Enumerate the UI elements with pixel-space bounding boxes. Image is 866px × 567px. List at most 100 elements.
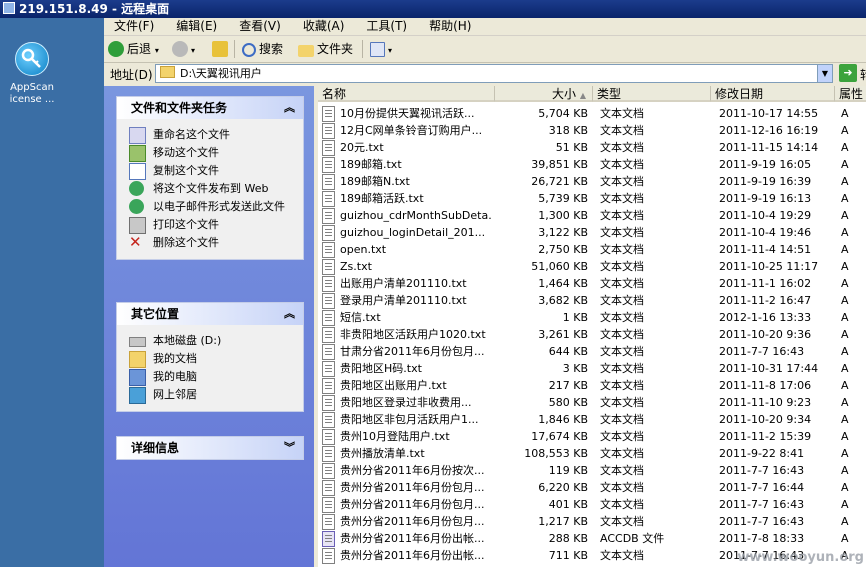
file-row[interactable]: 贵州分省2011年6月份包月... 401 KB 文本文档 2011-7-7 16:4… xyxy=(318,496,866,513)
file-row[interactable]: 贵阳地区H码.txt 3 KB 文本文档 2011-10-31 17:44 A xyxy=(318,360,866,377)
search-button[interactable]: 搜索 xyxy=(242,39,283,59)
up-folder-button[interactable] xyxy=(212,39,231,59)
file-size: 3,682 KB xyxy=(538,294,588,307)
task-publish-web[interactable]: 将这个文件发布到 Web xyxy=(129,181,299,196)
collapse-chevron-icon[interactable]: ︽ xyxy=(284,97,295,119)
file-type: 文本文档 xyxy=(600,447,644,460)
place-local-disk[interactable]: 本地磁盘 (D:) xyxy=(129,333,299,348)
file-row[interactable]: 非贵阳地区活跃用户1020.txt 3,261 KB 文本文档 2011-10-20 … xyxy=(318,326,866,343)
folders-button[interactable]: 文件夹 xyxy=(298,39,353,59)
place-my-documents[interactable]: 我的文档 xyxy=(129,351,299,368)
details-header[interactable]: 详细信息 ︾ xyxy=(117,437,303,459)
address-input[interactable]: D:\天翼视讯用户 ▼ xyxy=(155,64,833,83)
other-places-body: 本地磁盘 (D:) 我的文档 我的电脑 网上邻居 xyxy=(117,325,303,411)
task-print[interactable]: 打印这个文件 xyxy=(129,217,299,234)
views-button[interactable]: ▾ xyxy=(370,39,392,59)
appscan-key-icon xyxy=(15,42,49,76)
column-name[interactable]: 名称 xyxy=(318,86,495,102)
file-row[interactable]: 20元.txt 51 KB 文本文档 2011-11-15 14:14 A xyxy=(318,139,866,156)
task-email[interactable]: 以电子邮件形式发送此文件 xyxy=(129,199,299,214)
appscan-desktop-icon[interactable]: AppScan icense ... xyxy=(2,42,62,106)
remote-desktop-title: 219.151.8.49 - 远程桌面 xyxy=(19,2,170,16)
file-row[interactable]: guizhou_cdrMonthSubDeta... 1,300 KB 文本文档 20… xyxy=(318,207,866,224)
menu-file[interactable]: 文件(F) xyxy=(104,18,154,35)
file-row[interactable]: 10月份提供天翼视讯活跃... 5,704 KB 文本文档 2011-10-17 14… xyxy=(318,105,866,122)
text-file-icon xyxy=(322,395,335,411)
other-places-header[interactable]: 其它位置 ︽ xyxy=(117,303,303,325)
file-row[interactable]: 贵州分省2011年6月份包月... 6,220 KB 文本文档 2011-7-7 16… xyxy=(318,479,866,496)
collapse-chevron-icon[interactable]: ︽ xyxy=(284,303,295,325)
column-type[interactable]: 类型 xyxy=(593,86,711,102)
file-row[interactable]: 短信.txt 1 KB 文本文档 2012-1-16 13:33 A xyxy=(318,309,866,326)
task-label: 以电子邮件形式发送此文件 xyxy=(153,200,285,213)
file-row[interactable]: 189邮箱.txt 39,851 KB 文本文档 2011-9-19 16:05 A xyxy=(318,156,866,173)
file-size: 3 KB xyxy=(562,362,588,375)
task-rename[interactable]: 重命名这个文件 xyxy=(129,127,299,144)
file-modified: 2011-10-17 14:55 xyxy=(719,107,819,120)
file-name: 出账用户清单201110.txt xyxy=(340,277,467,290)
file-row[interactable]: 贵阳地区出账用户.txt 217 KB 文本文档 2011-11-8 17:06 A xyxy=(318,377,866,394)
menu-view[interactable]: 查看(V) xyxy=(229,18,281,35)
file-row[interactable]: 12月C网单条铃音订购用户... 318 KB 文本文档 2011-12-16 16:… xyxy=(318,122,866,139)
appscan-label-line1: AppScan xyxy=(10,82,54,93)
task-copy[interactable]: 复制这个文件 xyxy=(129,163,299,180)
back-button[interactable]: 后退 ▾ xyxy=(108,39,159,59)
file-type: 文本文档 xyxy=(600,175,644,188)
place-label: 本地磁盘 (D:) xyxy=(153,334,222,347)
file-row[interactable]: open.txt 2,750 KB 文本文档 2011-11-4 14:51 A xyxy=(318,241,866,258)
file-name: guizhou_cdrMonthSubDeta... xyxy=(340,209,492,222)
file-attributes: A xyxy=(841,175,849,188)
file-size: 108,553 KB xyxy=(524,447,588,460)
expand-chevron-icon[interactable]: ︾ xyxy=(284,437,295,459)
file-row[interactable]: 贵州分省2011年6月份按次... 119 KB 文本文档 2011-7-7 16:4… xyxy=(318,462,866,479)
file-row[interactable]: guizhou_loginDetail_201... 3,122 KB 文本文档 20… xyxy=(318,224,866,241)
text-file-icon xyxy=(322,429,335,445)
column-size-label: 大小 xyxy=(552,87,577,101)
file-row[interactable]: 贵州分省2011年6月份包月... 1,217 KB 文本文档 2011-7-7 16… xyxy=(318,513,866,530)
task-delete[interactable]: ✕ 删除这个文件 xyxy=(129,235,299,250)
file-attributes: A xyxy=(841,141,849,154)
column-attributes[interactable]: 属性 xyxy=(835,86,866,102)
file-size: 3,261 KB xyxy=(538,328,588,341)
file-attributes: A xyxy=(841,413,849,426)
address-dropdown-icon[interactable]: ▼ xyxy=(817,65,832,82)
go-label[interactable]: 转 xyxy=(860,66,866,83)
file-row[interactable]: Zs.txt 51,060 KB 文本文档 2011-10-25 11:17 A xyxy=(318,258,866,275)
file-row[interactable]: 登录用户清单201110.txt 3,682 KB 文本文档 2011-11-2 16… xyxy=(318,292,866,309)
file-row[interactable]: 贵州分省2011年6月份出帐... 288 KB ACCDB 文件 2011-7-8 … xyxy=(318,530,866,547)
file-type: 文本文档 xyxy=(600,209,644,222)
file-tasks-header[interactable]: 文件和文件夹任务 ︽ xyxy=(117,97,303,119)
file-name: 贵阳地区非包月活跃用户1... xyxy=(340,413,479,426)
file-row[interactable]: 贵州播放清单.txt 108,553 KB 文本文档 2011-9-22 8:41 A xyxy=(318,445,866,462)
file-row[interactable]: 贵州10月登陆用户.txt 17,674 KB 文本文档 2011-11-2 15:3… xyxy=(318,428,866,445)
other-places-panel: 其它位置 ︽ 本地磁盘 (D:) 我的文档 我的电脑 网上邻居 xyxy=(116,302,304,412)
file-name: 贵阳地区登录过非收费用... xyxy=(340,396,472,409)
file-attributes: A xyxy=(841,260,849,273)
file-row[interactable]: 189邮箱N.txt 26,721 KB 文本文档 2011-9-19 16:39 A xyxy=(318,173,866,190)
file-type: 文本文档 xyxy=(600,362,644,375)
column-modified[interactable]: 修改日期 xyxy=(711,86,835,102)
menu-edit[interactable]: 编辑(E) xyxy=(166,18,217,35)
explorer-window: 文件(F) 编辑(E) 查看(V) 收藏(A) 工具(T) 帮助(H) 后退 ▾ ▾ 搜索… xyxy=(104,18,866,567)
file-row[interactable]: 贵阳地区非包月活跃用户1... 1,846 KB 文本文档 2011-10-20 9:… xyxy=(318,411,866,428)
file-name: 贵州播放清单.txt xyxy=(340,447,425,460)
place-network[interactable]: 网上邻居 xyxy=(129,387,299,404)
file-row[interactable]: 出账用户清单201110.txt 1,464 KB 文本文档 2011-11-1 16… xyxy=(318,275,866,292)
file-attributes: A xyxy=(841,379,849,392)
menu-help[interactable]: 帮助(H) xyxy=(419,18,471,35)
menu-tools[interactable]: 工具(T) xyxy=(356,18,407,35)
menu-favorites[interactable]: 收藏(A) xyxy=(293,18,345,35)
place-my-computer[interactable]: 我的电脑 xyxy=(129,369,299,386)
file-type: 文本文档 xyxy=(600,277,644,290)
forward-button[interactable]: ▾ xyxy=(172,39,195,59)
file-row[interactable]: 贵阳地区登录过非收费用... 580 KB 文本文档 2011-11-10 9:23 A xyxy=(318,394,866,411)
file-modified: 2011-11-2 15:39 xyxy=(719,430,812,443)
task-move[interactable]: 移动这个文件 xyxy=(129,145,299,162)
column-size[interactable]: 大小 ▲ xyxy=(495,86,593,102)
text-file-icon xyxy=(322,208,335,224)
file-row[interactable]: 甘肃分省2011年6月份包月... 644 KB 文本文档 2011-7-7 16:4… xyxy=(318,343,866,360)
file-row[interactable]: 189邮箱活跃.txt 5,739 KB 文本文档 2011-9-19 16:13 A xyxy=(318,190,866,207)
file-size: 5,739 KB xyxy=(538,192,588,205)
go-arrow-icon[interactable]: ➜ xyxy=(839,64,857,82)
file-type: 文本文档 xyxy=(600,379,644,392)
